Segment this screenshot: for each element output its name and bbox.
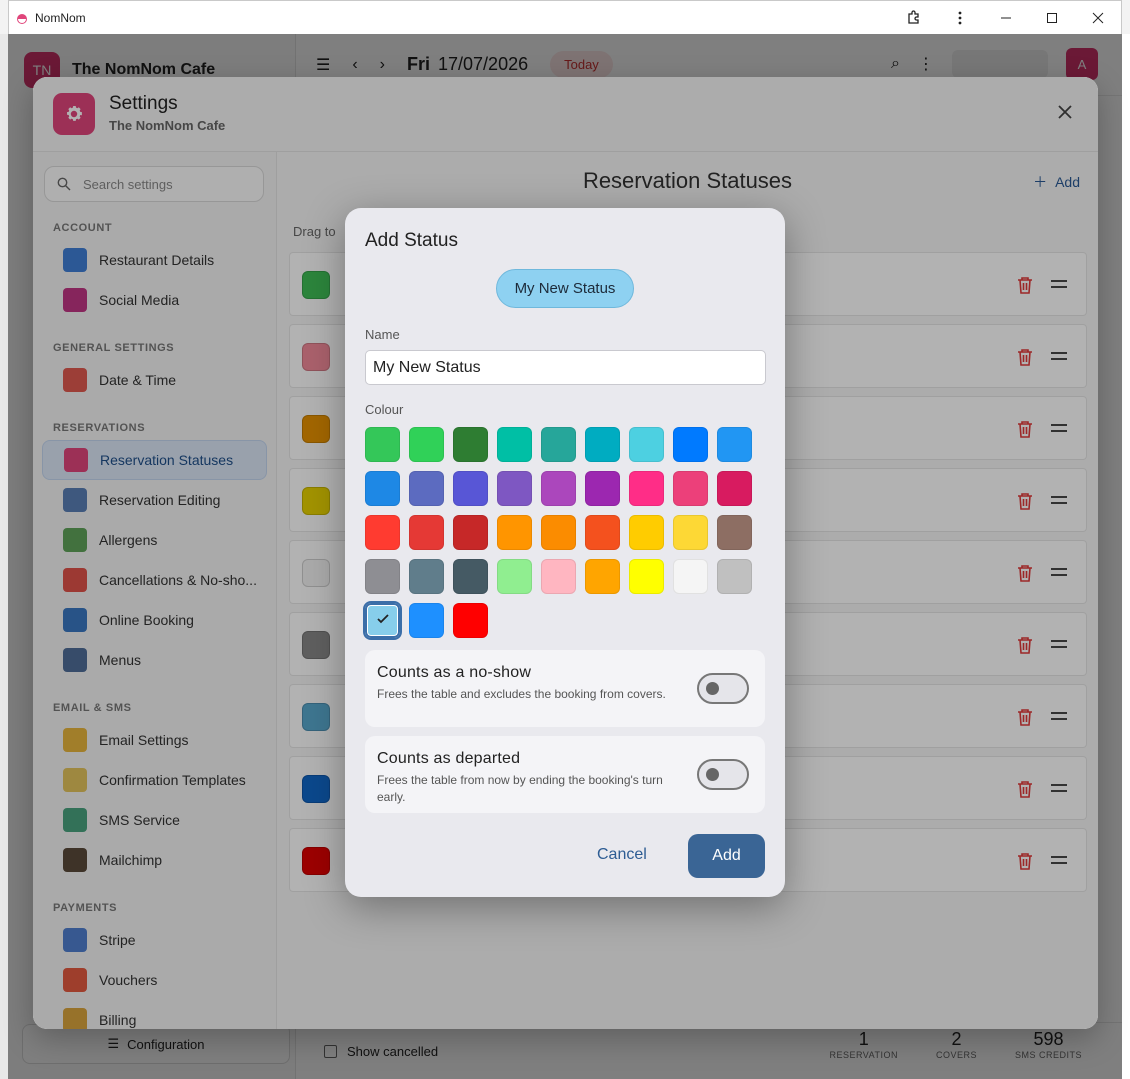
colour-swatch[interactable] (497, 427, 532, 462)
colour-swatch[interactable] (453, 559, 488, 594)
colour-swatch[interactable] (365, 559, 400, 594)
colour-swatch[interactable] (497, 471, 532, 506)
add-button[interactable]: Add (688, 834, 765, 878)
departed-description: Frees the table from now by ending the b… (377, 773, 663, 804)
departed-title: Counts as departed (377, 750, 521, 767)
colour-swatch[interactable] (673, 471, 708, 506)
dialog-title: Add Status (365, 230, 458, 251)
colour-swatch[interactable] (673, 515, 708, 550)
palette-row (365, 515, 765, 550)
colour-label: Colour (365, 402, 404, 417)
window-titlebar: NomNom (8, 0, 1122, 34)
maximize-button[interactable] (1029, 1, 1075, 35)
colour-swatch[interactable] (717, 471, 752, 506)
no-show-option: Counts as a no-show Frees the table and … (365, 650, 765, 727)
colour-swatch[interactable] (409, 559, 444, 594)
colour-swatch[interactable] (365, 427, 400, 462)
no-show-title: Counts as a no-show (377, 664, 532, 681)
left-window-strip (0, 34, 8, 1079)
status-preview-pill: My New Status (496, 269, 634, 308)
colour-swatch[interactable] (673, 559, 708, 594)
colour-swatch[interactable] (497, 515, 532, 550)
palette-row (365, 603, 765, 638)
colour-swatch[interactable] (409, 427, 444, 462)
add-status-dialog: Add Status My New Status Name Colour Cou… (345, 208, 785, 897)
right-window-strip (1122, 34, 1130, 1079)
colour-swatch[interactable] (497, 559, 532, 594)
colour-swatch[interactable] (585, 559, 620, 594)
colour-swatch[interactable] (629, 427, 664, 462)
window-title: NomNom (35, 10, 86, 25)
palette-row (365, 427, 765, 462)
colour-swatch[interactable] (365, 471, 400, 506)
nomnom-app-icon (17, 13, 27, 24)
colour-swatch[interactable] (541, 471, 576, 506)
colour-swatch[interactable] (453, 515, 488, 550)
toggle-knob (706, 768, 719, 781)
colour-swatch[interactable] (717, 559, 752, 594)
colour-swatch[interactable] (717, 427, 752, 462)
checkmark-icon (377, 614, 389, 624)
no-show-description: Frees the table and excludes the booking… (377, 687, 666, 701)
colour-swatch[interactable] (673, 427, 708, 462)
extensions-icon[interactable] (891, 1, 937, 35)
colour-swatch[interactable] (541, 515, 576, 550)
no-show-toggle[interactable] (697, 673, 749, 704)
colour-swatch[interactable] (541, 427, 576, 462)
colour-swatch[interactable] (453, 603, 488, 638)
palette-row (365, 471, 765, 506)
status-name-input[interactable] (365, 350, 766, 385)
name-label: Name (365, 327, 400, 342)
departed-toggle[interactable] (697, 759, 749, 790)
colour-swatch[interactable] (365, 603, 400, 638)
toggle-knob (706, 682, 719, 695)
colour-swatch[interactable] (629, 471, 664, 506)
colour-swatch[interactable] (409, 603, 444, 638)
colour-swatch[interactable] (585, 427, 620, 462)
minimize-button[interactable] (983, 1, 1029, 35)
colour-swatch[interactable] (717, 515, 752, 550)
more-vertical-icon[interactable] (937, 1, 983, 35)
colour-swatch[interactable] (453, 471, 488, 506)
colour-swatch[interactable] (365, 515, 400, 550)
cancel-button[interactable]: Cancel (597, 846, 647, 864)
colour-swatch[interactable] (409, 471, 444, 506)
colour-palette (365, 427, 765, 647)
palette-row (365, 559, 765, 594)
window-close-button[interactable] (1075, 1, 1121, 35)
colour-swatch[interactable] (585, 515, 620, 550)
colour-swatch[interactable] (629, 559, 664, 594)
colour-swatch[interactable] (585, 471, 620, 506)
colour-swatch[interactable] (629, 515, 664, 550)
colour-swatch[interactable] (453, 427, 488, 462)
colour-swatch[interactable] (409, 515, 444, 550)
departed-option: Counts as departed Frees the table from … (365, 736, 765, 813)
colour-swatch[interactable] (541, 559, 576, 594)
